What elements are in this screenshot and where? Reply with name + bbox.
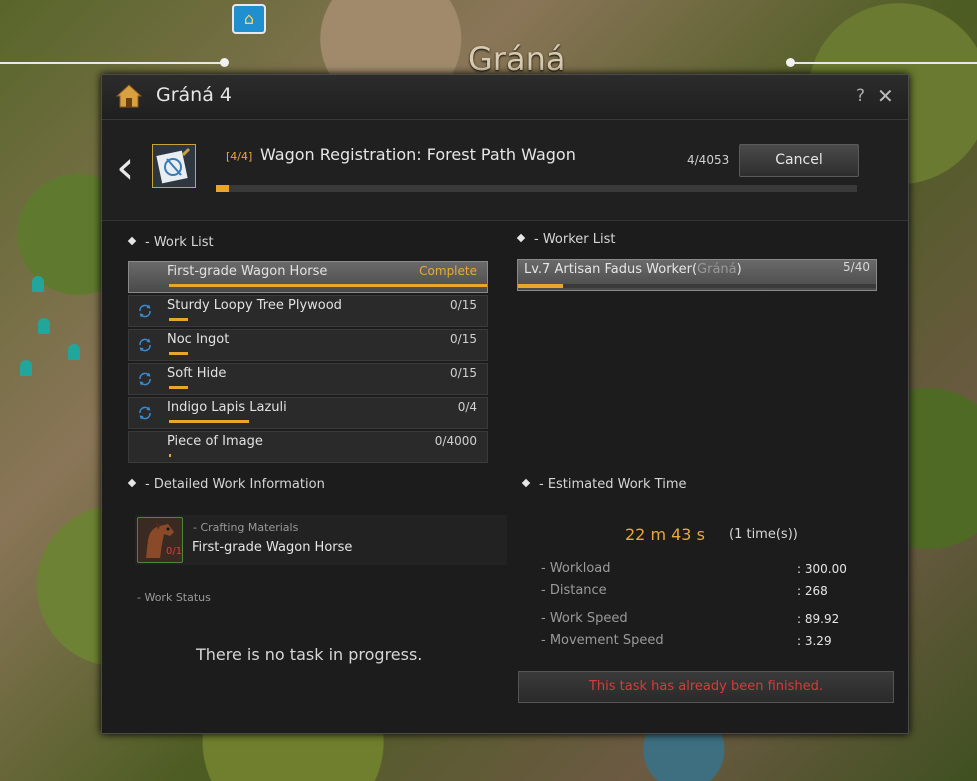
refresh-icon	[139, 304, 151, 318]
estimated-times: (1 time(s))	[729, 527, 798, 542]
refresh-icon	[139, 338, 151, 352]
work-item-progress	[169, 420, 249, 423]
work-item-name: First-grade Wagon Horse	[167, 264, 328, 279]
task-progress-bar	[216, 185, 857, 192]
close-button[interactable]: ✕	[877, 84, 894, 108]
task-step: [4/4]	[226, 150, 253, 163]
stat-value-movement-speed: : 3.29	[797, 634, 832, 648]
map-waypoint-dot	[220, 58, 229, 67]
worker-list-item[interactable]: Lv.7 Artisan Fadus Worker(Gráná) 5/40	[517, 259, 877, 291]
worker-town: Gráná	[697, 262, 737, 277]
work-item-progress	[169, 454, 171, 457]
material-quantity: 0/1	[166, 546, 183, 557]
stat-value-distance: : 268	[797, 584, 828, 598]
work-item-progress	[169, 352, 188, 355]
diamond-bullet-icon	[516, 233, 526, 243]
stat-label-movement-speed: - Movement Speed	[541, 633, 664, 648]
work-item-count: 0/15	[450, 366, 477, 380]
crafting-material-box: 0/1 - Crafting Materials First-grade Wag…	[135, 515, 507, 565]
horse-icon[interactable]: 0/1	[137, 517, 183, 563]
work-item-name: Piece of Image	[167, 434, 263, 449]
diamond-bullet-icon	[127, 236, 137, 246]
worker-list-heading: - Worker List	[516, 232, 616, 247]
worker-name: Lv.7 Artisan Fadus Worker(Gráná)	[524, 262, 742, 277]
work-item-count: 0/15	[450, 298, 477, 312]
work-item-progress	[169, 284, 487, 287]
house-icon	[116, 84, 142, 108]
map-npc-marker-icon[interactable]	[68, 344, 80, 360]
work-list-heading-text: - Work List	[145, 235, 214, 250]
stat-value-work-speed: : 89.92	[797, 612, 840, 626]
work-item-count: 0/4000	[434, 434, 477, 448]
worker-progress-bar	[518, 284, 876, 288]
work-list-heading: - Work List	[127, 235, 214, 250]
help-button[interactable]: ?	[856, 86, 865, 106]
map-road-line-left	[0, 62, 228, 64]
map-npc-marker-icon[interactable]	[20, 360, 32, 376]
work-list-item[interactable]: Noc Ingot 0/15	[128, 329, 488, 361]
work-status-label: - Work Status	[137, 591, 211, 604]
task-finished-message: This task has already been finished.	[588, 679, 824, 694]
cancel-button[interactable]: Cancel	[739, 144, 859, 177]
window-title: Gráná 4	[156, 84, 232, 106]
worker-name-text: Lv.7 Artisan Fadus Worker(	[524, 262, 698, 277]
refresh-icon	[139, 372, 151, 386]
worker-list-heading-text: - Worker List	[534, 232, 616, 247]
no-task-message: There is no task in progress.	[196, 645, 423, 664]
map-npc-marker-icon[interactable]	[38, 318, 50, 334]
map-road-line-right	[790, 62, 977, 64]
work-item-count: Complete	[419, 264, 477, 278]
detail-heading: - Detailed Work Information	[127, 477, 325, 492]
work-item-count: 0/15	[450, 332, 477, 346]
workshop-window: Gráná 4 ? ✕ ‹ [4/4] Wagon Registration: …	[101, 74, 909, 734]
estimate-heading-text: - Estimated Work Time	[539, 477, 687, 492]
worker-name-close: )	[736, 262, 742, 277]
stat-label-distance: - Distance	[541, 583, 607, 598]
work-list-item[interactable]: First-grade Wagon Horse Complete	[128, 261, 488, 293]
diamond-bullet-icon	[127, 478, 137, 488]
stat-value-workload: : 300.00	[797, 562, 847, 576]
material-name: First-grade Wagon Horse	[192, 540, 353, 555]
window-titlebar[interactable]: Gráná 4 ? ✕	[102, 75, 908, 120]
task-progress-fill	[216, 185, 229, 192]
work-item-name: Noc Ingot	[167, 332, 230, 347]
worker-progress-fill	[518, 284, 563, 288]
task-title: Wagon Registration: Forest Path Wagon	[260, 145, 576, 164]
task-header: ‹ [4/4] Wagon Registration: Forest Path …	[102, 120, 908, 221]
map-waypoint-dot	[786, 58, 795, 67]
work-item-progress	[169, 386, 188, 389]
map-town-label: Gráná	[468, 40, 566, 78]
estimated-time: 22 m 43 s	[625, 525, 705, 544]
work-list-item[interactable]: Soft Hide 0/15	[128, 363, 488, 395]
task-finished-bar[interactable]: This task has already been finished.	[518, 671, 894, 703]
work-item-progress	[169, 318, 188, 321]
worker-count: 5/40	[843, 260, 870, 274]
diamond-bullet-icon	[521, 478, 531, 488]
map-npc-marker-icon[interactable]	[32, 276, 44, 292]
task-count: 4/4053	[687, 153, 730, 167]
work-list-item[interactable]: Indigo Lapis Lazuli 0/4	[128, 397, 488, 429]
work-item-name: Soft Hide	[167, 366, 227, 381]
stat-label-workload: - Workload	[541, 561, 611, 576]
wagon-registration-icon	[152, 144, 196, 188]
work-item-count: 0/4	[457, 400, 477, 414]
refresh-icon	[139, 406, 151, 420]
work-list-item[interactable]: Piece of Image 0/4000	[128, 431, 488, 463]
back-chevron-icon[interactable]: ‹	[116, 144, 134, 190]
estimate-heading: - Estimated Work Time	[521, 477, 687, 492]
work-item-name: Sturdy Loopy Tree Plywood	[167, 298, 342, 313]
stat-label-work-speed: - Work Speed	[541, 611, 628, 626]
map-house-pin-icon[interactable]: ⌂	[232, 4, 266, 34]
work-list-item[interactable]: Sturdy Loopy Tree Plywood 0/15	[128, 295, 488, 327]
work-item-name: Indigo Lapis Lazuli	[167, 400, 287, 415]
material-label: - Crafting Materials	[193, 521, 299, 534]
detail-heading-text: - Detailed Work Information	[145, 477, 325, 492]
